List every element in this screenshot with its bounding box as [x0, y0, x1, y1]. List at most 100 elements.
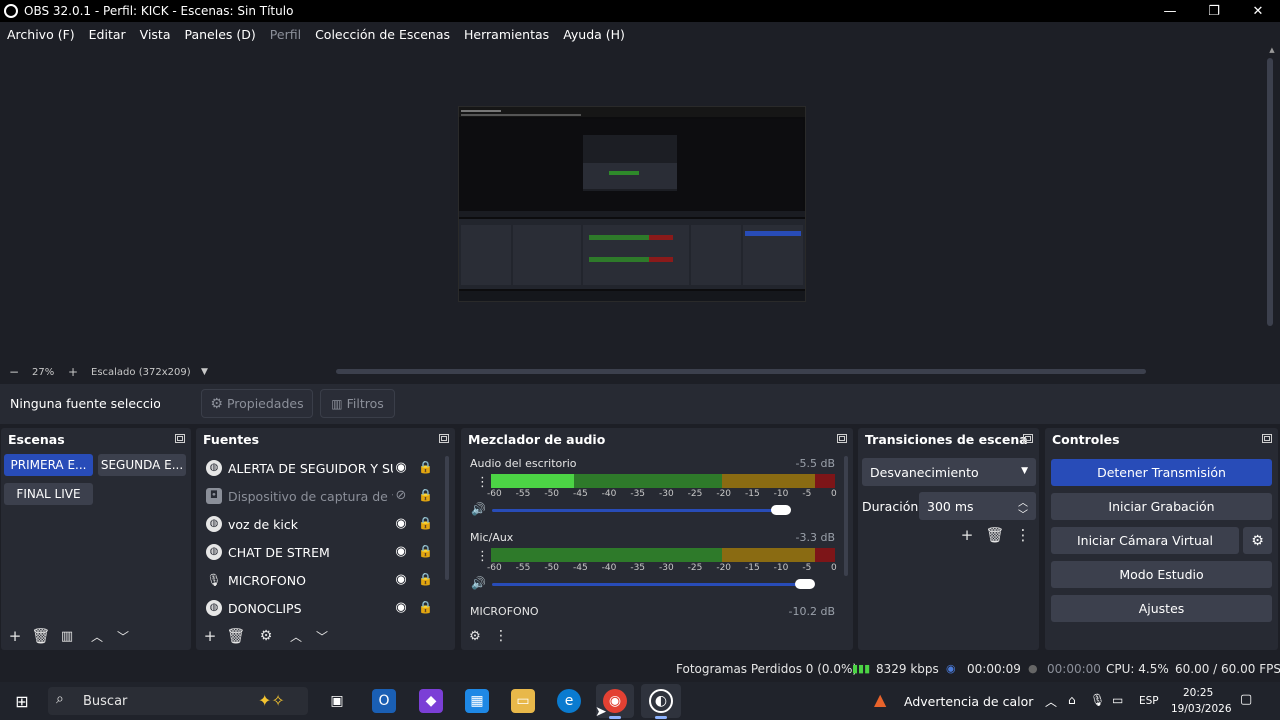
zoom-out-button[interactable]: −: [9, 365, 19, 379]
tray-chevron-icon[interactable]: ︿: [1045, 693, 1057, 710]
eye-icon[interactable]: ◉: [393, 545, 409, 559]
menu-vista[interactable]: Vista: [140, 27, 171, 42]
trash-icon[interactable]: 🗑: [982, 526, 1008, 544]
properties-button[interactable]: ⚙ Propiedades: [201, 389, 313, 418]
kebab-menu-icon[interactable]: ⋮: [488, 628, 514, 644]
lock-icon[interactable]: 🔒: [418, 600, 433, 615]
task-view-icon[interactable]: ▣: [325, 689, 349, 713]
move-up-icon[interactable]: ︿: [283, 628, 309, 645]
undock-icon[interactable]: [1023, 434, 1033, 443]
lock-icon[interactable]: 🔒: [418, 544, 433, 559]
clock-time[interactable]: 20:25: [1183, 687, 1213, 699]
scaling-dropdown-icon[interactable]: ▼: [201, 367, 208, 377]
language-indicator[interactable]: ESP: [1139, 695, 1159, 707]
lock-icon[interactable]: 🔒: [418, 488, 433, 503]
undock-icon[interactable]: [439, 434, 449, 443]
eye-icon[interactable]: ◉: [393, 573, 409, 587]
scrollbar-thumb[interactable]: [1267, 58, 1273, 326]
lock-icon[interactable]: 🔒: [418, 460, 433, 475]
heat-warning-icon[interactable]: ▲: [874, 690, 886, 709]
gear-icon[interactable]: ⚙: [253, 628, 279, 644]
kebab-menu-icon[interactable]: ⋮: [1010, 526, 1036, 544]
mixer-scrollbar[interactable]: [844, 456, 848, 576]
scroll-up-arrow-icon[interactable]: ▲: [1264, 46, 1280, 56]
kebab-menu-icon[interactable]: ⋮: [476, 549, 489, 564]
menu-ayuda[interactable]: Ayuda (H): [563, 27, 625, 42]
display-icon[interactable]: ▭: [1112, 693, 1123, 707]
source-row[interactable]: ◍ DONOCLIPS ◉ 🔒: [196, 594, 446, 622]
settings-button[interactable]: Ajustes: [1051, 595, 1272, 622]
eye-icon[interactable]: ◉: [393, 601, 409, 615]
menu-editar[interactable]: Editar: [89, 27, 126, 42]
source-row[interactable]: ◍ voz de kick ◉ 🔒: [196, 510, 446, 538]
source-row[interactable]: 🎙 MICROFONO ◉ 🔒: [196, 566, 446, 594]
close-button[interactable]: ✕: [1236, 0, 1280, 22]
outlook-icon[interactable]: O: [372, 689, 396, 713]
duration-spinbox[interactable]: 300 ms ︿ ﹀: [919, 492, 1036, 521]
filter-icon[interactable]: ▥: [54, 629, 80, 644]
trash-icon[interactable]: 🗑: [28, 627, 54, 645]
menu-herramientas[interactable]: Herramientas: [464, 27, 549, 42]
advanced-audio-gear-icon[interactable]: ⚙: [462, 629, 488, 644]
menu-archivo[interactable]: Archivo (F): [7, 27, 75, 42]
kebab-menu-icon[interactable]: ⋮: [476, 475, 489, 490]
lock-icon[interactable]: 🔒: [418, 516, 433, 531]
volume-slider[interactable]: [492, 583, 806, 586]
move-down-icon[interactable]: ﹀: [309, 628, 335, 645]
weather-label[interactable]: Advertencia de calor: [904, 694, 1033, 709]
volume-slider[interactable]: [492, 509, 781, 512]
network-icon[interactable]: ⌂: [1068, 693, 1076, 707]
microphone-icon[interactable]: 🎙: [1090, 693, 1105, 707]
filters-button[interactable]: ▥ Filtros: [320, 389, 395, 418]
maximize-button[interactable]: ❐: [1192, 0, 1236, 22]
edge-icon[interactable]: e: [557, 689, 581, 713]
clock-date[interactable]: 19/03/2026: [1171, 703, 1232, 715]
taskbar-search-box[interactable]: ⌕ Buscar ✦✧: [48, 687, 308, 715]
start-recording-button[interactable]: Iniciar Grabación: [1051, 493, 1272, 520]
store-icon[interactable]: ▦: [465, 689, 489, 713]
obs-icon[interactable]: ◐: [649, 689, 673, 713]
add-icon[interactable]: +: [197, 627, 223, 645]
studio-mode-button[interactable]: Modo Estudio: [1051, 561, 1272, 588]
scenes-footer: + 🗑 ▥ ︿ ﹀: [1, 622, 191, 650]
add-icon[interactable]: +: [954, 526, 980, 544]
spin-down-icon[interactable]: ﹀: [1018, 506, 1028, 521]
transition-select[interactable]: Desvanecimiento ▼: [862, 458, 1036, 486]
scene-item[interactable]: PRIMERA E...: [4, 454, 93, 476]
eye-hidden-icon[interactable]: ⊘: [393, 489, 409, 503]
trash-icon[interactable]: 🗑: [223, 627, 249, 645]
undock-icon[interactable]: [1262, 434, 1272, 443]
menu-paneles[interactable]: Paneles (D): [185, 27, 256, 42]
add-icon[interactable]: +: [2, 627, 28, 645]
start-virtual-camera-button[interactable]: Iniciar Cámara Virtual: [1051, 527, 1239, 554]
undock-icon[interactable]: [175, 434, 185, 443]
scene-item[interactable]: SEGUNDA E...: [98, 454, 186, 476]
notifications-icon[interactable]: ▢: [1240, 692, 1252, 707]
source-row[interactable]: ◍ ALERTA DE SEGUIDOR Y SUSC ◉ 🔒: [196, 454, 446, 482]
menu-coleccion-escenas[interactable]: Colección de Escenas: [315, 27, 450, 42]
meter-scale-tick: -20: [716, 563, 732, 573]
windows-start-icon[interactable]: ⊞: [10, 689, 34, 713]
scene-item[interactable]: FINAL LIVE: [4, 483, 93, 505]
move-down-icon[interactable]: ﹀: [110, 628, 136, 645]
lock-icon[interactable]: 🔒: [418, 572, 433, 587]
eye-icon[interactable]: ◉: [393, 517, 409, 531]
move-up-icon[interactable]: ︿: [84, 628, 110, 645]
source-row[interactable]: ◍ CHAT DE STREM ◉ 🔒: [196, 538, 446, 566]
stop-streaming-button[interactable]: Detener Transmisión: [1051, 459, 1272, 486]
minimize-button[interactable]: —: [1148, 0, 1192, 22]
zoom-in-button[interactable]: +: [68, 365, 78, 379]
source-row[interactable]: ◘ Dispositivo de captura de vide ⊘ 🔒: [196, 482, 446, 510]
volume-slider-thumb[interactable]: [795, 579, 816, 589]
eye-icon[interactable]: ◉: [393, 461, 409, 475]
speaker-icon[interactable]: 🔊: [471, 576, 486, 590]
sources-scrollbar[interactable]: [445, 456, 449, 580]
preview-horizontal-scrollbar[interactable]: [336, 369, 1146, 374]
speaker-icon[interactable]: 🔊: [471, 502, 486, 516]
volume-slider-thumb[interactable]: [770, 505, 791, 515]
virtual-camera-settings-gear-icon[interactable]: ⚙: [1243, 527, 1272, 554]
file-explorer-icon[interactable]: ▭: [511, 689, 535, 713]
copilot-icon[interactable]: ◆: [419, 689, 443, 713]
menu-perfil[interactable]: Perfil: [270, 27, 301, 42]
undock-icon[interactable]: [837, 434, 847, 443]
